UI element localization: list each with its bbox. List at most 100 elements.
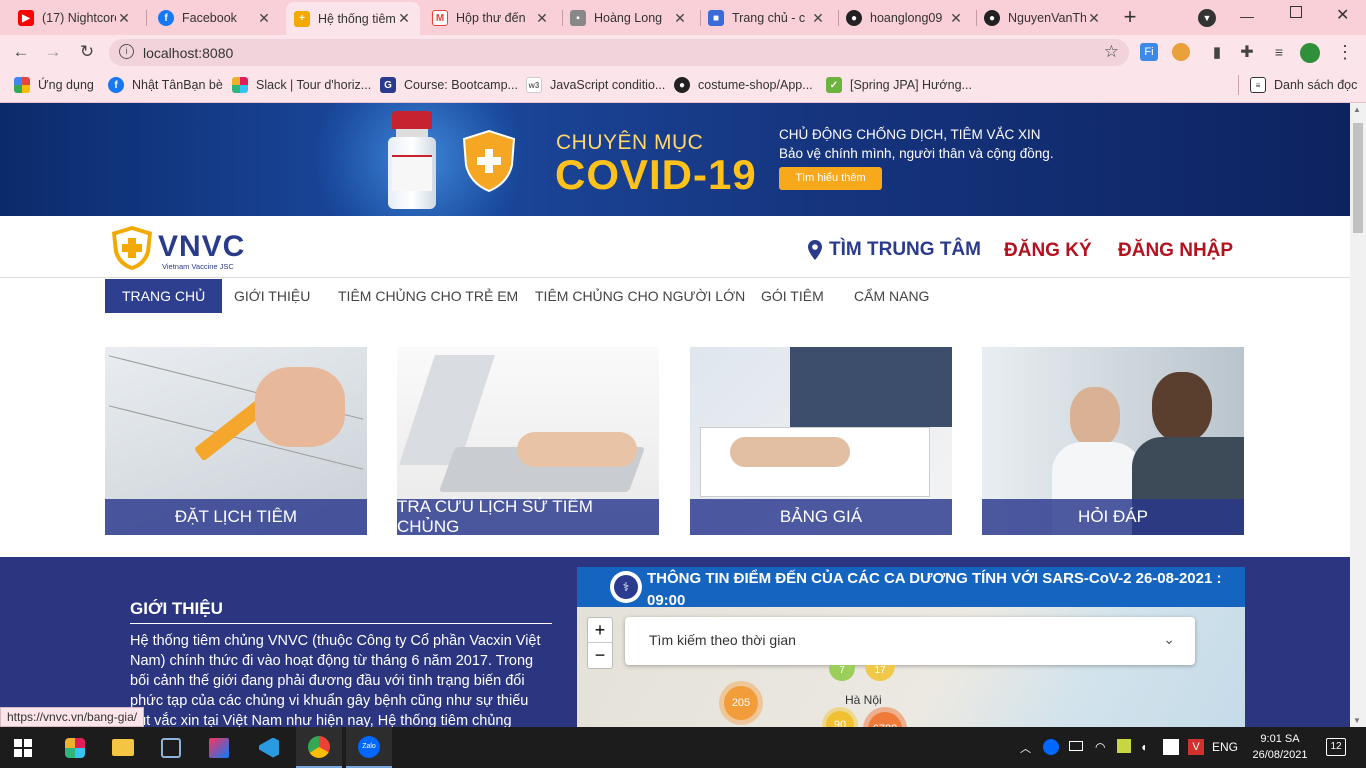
covid-banner[interactable]: CHUYÊN MỤC COVID-19 CHỦ ĐỘNG CHỐNG DỊCH,… [0,103,1350,243]
zalo-icon[interactable]: Zalo [346,727,392,768]
extension-book-icon[interactable]: ▮ [1204,39,1230,65]
zoom-controls: + − [587,617,613,669]
vnvc-logo[interactable]: VNVC Vietnam Vaccine JSC [110,222,260,272]
bookmark-item[interactable]: w3 JavaScript conditio... [526,77,665,93]
nav-item-about[interactable]: GIỚI THIỆU [217,279,327,313]
bookmark-star-icon[interactable]: ☆ [1104,42,1119,62]
bookmark-item[interactable]: ✓ [Spring JPA] Hướng... [826,77,972,93]
map-cluster[interactable]: 205 [719,681,763,725]
zoom-out-button[interactable]: − [588,643,612,668]
find-center-link[interactable]: TÌM TRUNG TÂM [808,239,981,261]
tray-chevron-icon[interactable]: ︿ [1020,740,1031,756]
tray-zalo-icon[interactable] [1043,739,1059,755]
page-icon: ▪ [570,10,586,26]
zoom-in-button[interactable]: + [588,618,612,643]
tray-app-icon[interactable] [1163,739,1179,755]
close-tab-icon[interactable]: ✕ [1086,10,1102,27]
gmail-icon: M [432,10,448,26]
card-price-list[interactable]: BẢNG GIÁ [690,347,952,535]
browser-toolbar: ← → ↻ i localhost:8080 ☆ Fi ▮ ✚ ≡ ⋮ [0,35,1366,69]
bookmark-item[interactable]: ● costume-shop/App... [674,77,813,93]
register-link[interactable]: ĐĂNG KÝ [1004,240,1092,262]
vscode-icon[interactable] [246,727,292,768]
close-tab-icon[interactable]: ✕ [116,10,132,27]
bookmark-item[interactable]: Slack | Tour d'horiz... [232,77,371,93]
learn-more-button[interactable]: Tìm hiểu thêm [779,167,882,190]
mysql-workbench-icon[interactable] [148,727,194,768]
tray-v-icon[interactable]: V [1188,739,1204,755]
bookmark-item[interactable]: G Course: Bootcamp... [380,77,518,93]
close-tab-icon[interactable]: ✕ [672,10,688,27]
forward-icon[interactable]: → [40,39,66,65]
close-tab-icon[interactable]: ✕ [396,10,412,27]
windows-start-icon[interactable] [0,727,46,768]
login-link[interactable]: ĐĂNG NHẬP [1118,240,1233,262]
bookmark-item[interactable]: f Nhật TânBạn bè [108,77,223,93]
browser-tab[interactable]: ● NguyenVanTh ✕ [976,4,1110,32]
wifi-icon[interactable]: ◠ [1095,740,1105,754]
nav-item-adult-vaccination[interactable]: TIÊM CHỦNG CHO NGƯỜI LỚN [518,279,762,313]
vnvc-shield-icon [112,226,152,270]
browser-tab[interactable]: f Facebook ✕ [150,4,280,32]
reload-icon[interactable]: ↻ [74,39,100,65]
covid-map[interactable]: ⚕ THÔNG TIN ĐIỂM ĐẾN CỦA CÁC CA DƯƠNG TÍ… [577,567,1245,727]
page-scrollbar[interactable]: ▲ ▼ [1350,103,1366,727]
file-explorer-icon[interactable] [100,727,146,768]
close-tab-icon[interactable]: ✕ [534,10,550,27]
card-book-appointment[interactable]: ĐẶT LỊCH TIÊM [105,347,367,535]
bookmark-apps[interactable]: Ứng dụng [14,77,94,93]
nav-item-child-vaccination[interactable]: TIÊM CHỦNG CHO TRẺ EM [321,279,535,313]
clock[interactable]: 9:01 SA 26/08/2021 [1248,731,1312,763]
reading-list[interactable]: ≡ Danh sách đọc [1250,77,1357,93]
browser-tab[interactable]: M Hộp thư đến ✕ [424,4,558,32]
minimize-icon[interactable]: — [1240,8,1254,24]
extension-fi-icon[interactable]: Fi [1140,43,1158,61]
status-bar-url: https://vnvc.vn/bang-gia/ [0,707,145,727]
map-time-search[interactable]: Tìm kiếm theo thời gian ⌄ [625,617,1195,665]
browser-tab[interactable]: ● hoanglong09 ✕ [838,4,972,32]
close-tab-icon[interactable]: ✕ [256,10,272,27]
close-tab-icon[interactable]: ✕ [810,10,826,27]
close-window-icon[interactable]: ✕ [1336,5,1349,25]
map-city-label: Hà Nội [845,693,882,707]
chrome-icon[interactable] [296,727,342,768]
location-pin-icon [808,240,822,260]
page-viewport: CHUYÊN MỤC COVID-19 CHỦ ĐỘNG CHỐNG DỊCH,… [0,103,1366,727]
battery-icon[interactable] [1069,741,1083,751]
card-faq[interactable]: HỎI ĐÁP [982,347,1244,535]
nav-item-packages[interactable]: GÓI TIÊM [744,279,841,313]
chevron-down-icon[interactable]: ⌄ [1163,631,1175,648]
input-language[interactable]: ENG [1212,740,1238,754]
leaf-icon: ✓ [826,77,842,93]
back-icon[interactable]: ← [8,39,34,65]
new-tab-button[interactable]: + [1118,5,1142,29]
url-text: localhost:8080 [143,45,234,61]
slack-icon[interactable] [52,727,98,768]
maximize-icon[interactable] [1290,6,1302,18]
profile-avatar[interactable] [1300,43,1320,63]
browser-menu-icon[interactable]: ⋮ [1332,39,1358,65]
intellij-icon[interactable] [196,727,242,768]
browser-tab-active[interactable]: + Hệ thống tiêm ✕ [286,2,420,35]
browser-tab[interactable]: ▪ Hoàng Long ✕ [562,4,696,32]
browser-tab[interactable]: ■ Trang chủ - c ✕ [700,4,834,32]
nav-item-handbook[interactable]: CẨM NANG [837,279,946,313]
extension-color-icon[interactable] [1172,43,1190,61]
ministry-of-health-icon: ⚕ [610,571,642,603]
browser-tab-bar: ▶ (17) Nightcore ✕ f Facebook ✕ + Hệ thố… [0,0,1366,35]
extensions-puzzle-icon[interactable]: ✚ [1234,39,1260,65]
browser-tab[interactable]: ▶ (17) Nightcore ✕ [10,4,140,32]
media-control-icon[interactable]: ≡ [1266,39,1292,65]
close-tab-icon[interactable]: ✕ [948,10,964,27]
nav-item-home[interactable]: TRANG CHỦ [105,279,223,313]
facebook-icon: f [158,10,174,26]
tab-search-icon[interactable]: ▼ [1198,9,1216,27]
card-vaccination-history[interactable]: TRA CỨU LỊCH SỬ TIÊM CHỦNG [397,347,659,535]
address-bar[interactable]: i localhost:8080 ☆ [109,39,1129,66]
volume-icon[interactable]: ◖ [1140,740,1147,754]
tray-app-icon[interactable] [1117,739,1131,753]
site-icon: ■ [708,10,724,26]
reading-list-icon: ≡ [1250,77,1266,93]
notification-center-icon[interactable]: 12 [1326,738,1346,756]
site-info-icon[interactable]: i [119,44,134,59]
